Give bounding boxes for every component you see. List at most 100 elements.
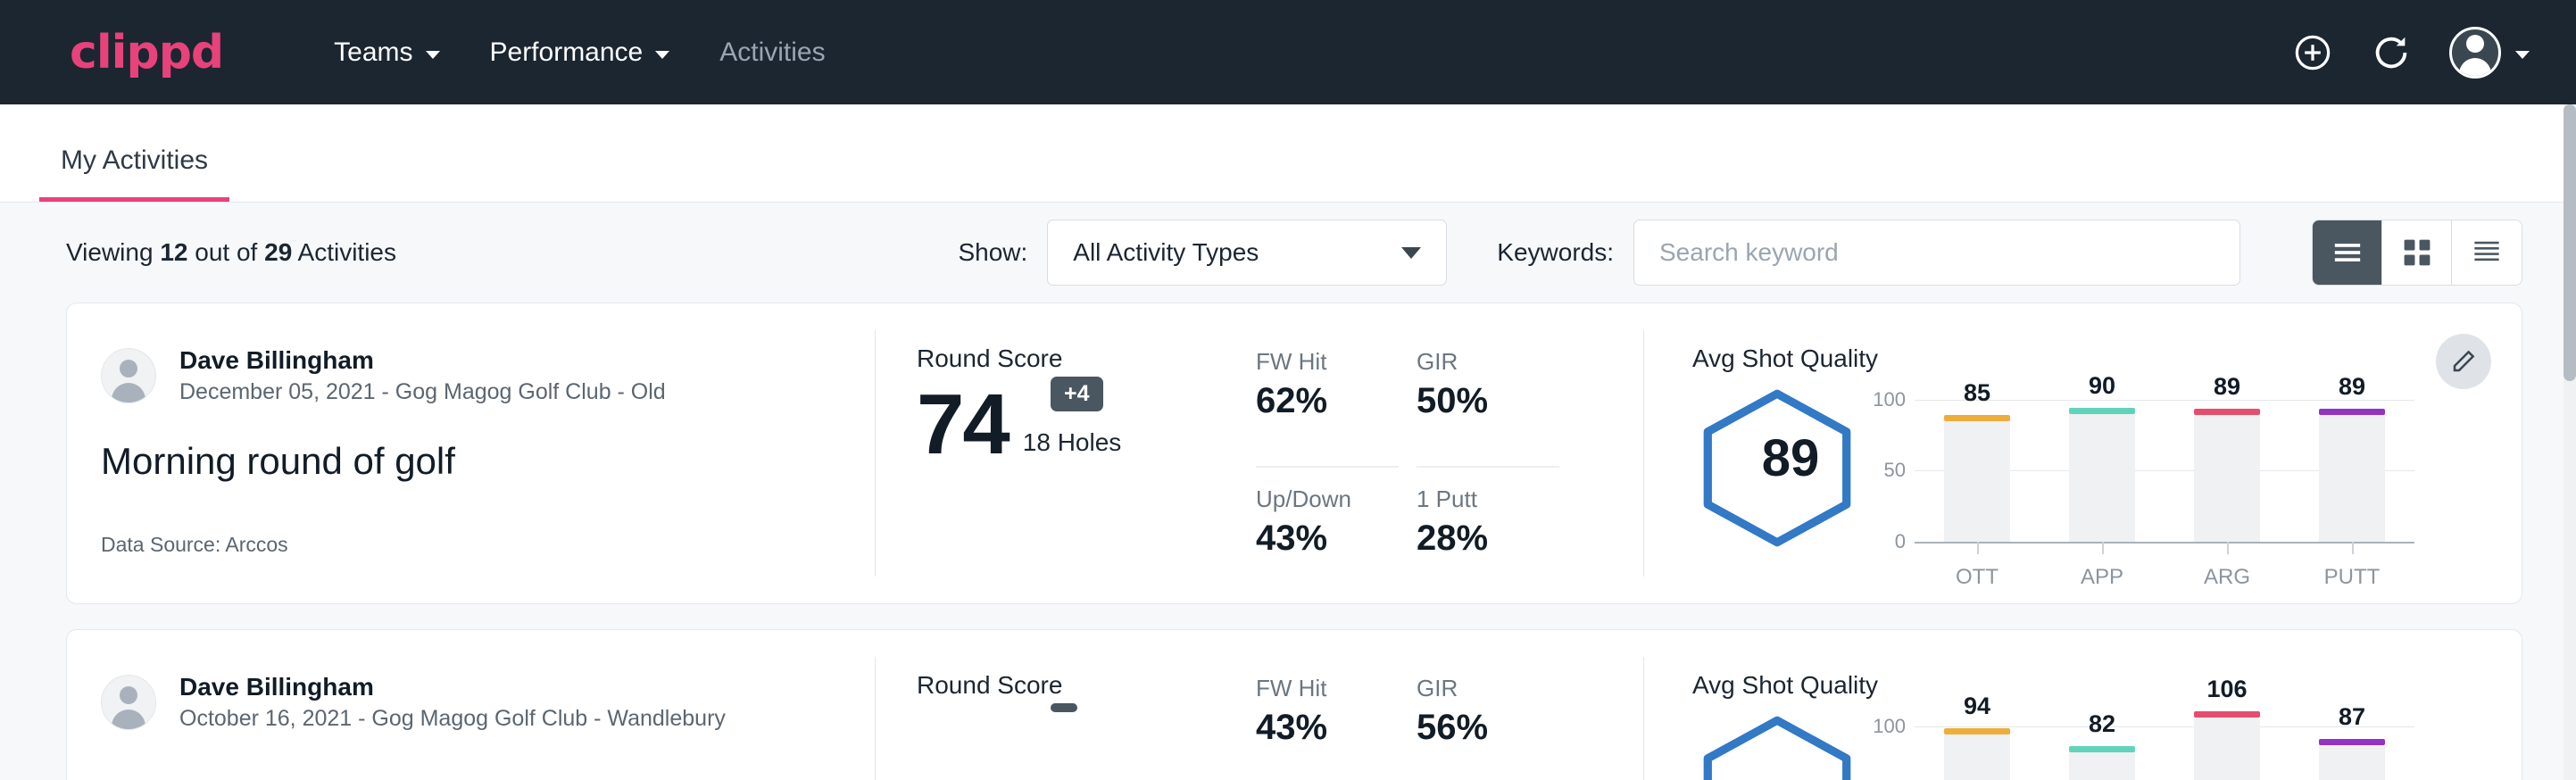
activity-card-list: Dave Billingham December 05, 2021 - Gog …: [0, 303, 2576, 780]
activity-card[interactable]: Dave Billingham October 16, 2021 - Gog M…: [66, 629, 2522, 780]
viewing-total: 29: [264, 238, 292, 266]
stat-value: 43%: [1256, 519, 1399, 559]
plus-circle-icon[interactable]: [2292, 32, 2333, 73]
nav-item-performance-label: Performance: [490, 37, 644, 68]
nav-item-activities-label: Activities: [719, 37, 825, 68]
stat-one-putt: 1 Putt 28%: [1417, 485, 1559, 603]
filter-controls: Show: All Activity Types Keywords:: [958, 220, 2522, 286]
activity-card-header: Dave Billingham October 16, 2021 - Gog M…: [67, 630, 875, 780]
score-differential-badge: +4: [1051, 377, 1103, 411]
edit-activity-button[interactable]: [2436, 334, 2491, 389]
chart-bar-cap: [1944, 728, 2010, 734]
page-scrollbar[interactable]: [2564, 104, 2576, 780]
viewing-prefix: Viewing: [66, 238, 154, 266]
hexagon-score: 89: [1692, 386, 1884, 555]
round-score-label: Round Score: [917, 671, 1256, 700]
stat-value: 62%: [1256, 381, 1399, 421]
chart-bar-value-label: 89: [2165, 373, 2289, 401]
view-mode-grid[interactable]: [2382, 220, 2452, 285]
filter-bar: Viewing 12 out of 29 Activities Show: Al…: [0, 203, 2576, 303]
search-keyword-box[interactable]: [1633, 220, 2240, 286]
chart-bar-group: 85OTT: [1915, 386, 2040, 542]
stat-fw-hit: FW Hit 43%: [1256, 675, 1399, 780]
stat-label: Up/Down: [1256, 485, 1399, 513]
view-mode-compact[interactable]: [2452, 220, 2522, 285]
refresh-icon[interactable]: [2371, 32, 2412, 73]
top-navbar: clippd Teams Performance Activities: [0, 0, 2576, 104]
chart-bar: [1944, 421, 2010, 542]
chart-x-tick-label: PUTT: [2289, 565, 2414, 590]
pencil-icon: [2450, 348, 2477, 375]
tab-my-activities[interactable]: My Activities: [39, 145, 229, 202]
tab-my-activities-label: My Activities: [61, 145, 208, 175]
keywords-label: Keywords:: [1497, 238, 1614, 267]
search-input[interactable]: [1659, 238, 2215, 267]
stat-label: FW Hit: [1256, 348, 1399, 376]
tab-bar: My Activities: [0, 104, 2576, 203]
app-logo[interactable]: clippd: [70, 26, 223, 79]
chart-bar-value-label: 85: [1915, 379, 2040, 407]
view-mode-toggle: [2312, 220, 2522, 286]
chart-bar: [2069, 752, 2135, 780]
player-name: Dave Billingham: [179, 671, 726, 702]
stat-label: FW Hit: [1256, 675, 1399, 702]
chart-bar: [2194, 415, 2260, 542]
account-menu[interactable]: [2449, 27, 2530, 79]
view-mode-list[interactable]: [2313, 220, 2382, 285]
activity-type-select[interactable]: All Activity Types: [1047, 220, 1447, 286]
stat-value: 50%: [1417, 381, 1559, 421]
avg-shot-quality-body: 050100 94OTT82APP106ARG87PUTT: [1692, 712, 2522, 780]
nav-item-performance[interactable]: Performance: [465, 29, 695, 77]
show-label: Show:: [958, 238, 1027, 267]
account-avatar-icon[interactable]: [2449, 27, 2501, 79]
chart-bar-value-label: 90: [2040, 372, 2165, 400]
scrollbar-thumb[interactable]: [2564, 104, 2576, 381]
chart-bar-cap: [2319, 739, 2385, 745]
activity-type-value: All Activity Types: [1073, 238, 1259, 267]
chart-y-tick-label: 0: [1859, 530, 1906, 553]
chart-bar-cap: [2319, 409, 2385, 415]
stat-value: 28%: [1417, 519, 1559, 559]
chevron-down-icon: [1401, 247, 1421, 259]
chart-bar-group: 82APP: [2040, 712, 2165, 780]
chart-bar-group: 87PUTT: [2289, 712, 2414, 780]
activity-date-course: December 05, 2021 - Gog Magog Golf Club …: [179, 378, 666, 408]
chart-x-tick: [2227, 542, 2229, 554]
chevron-down-icon: [655, 51, 669, 59]
score-differential-badge: [1051, 703, 1077, 712]
stat-fw-hit: FW Hit 62%: [1256, 348, 1399, 468]
compact-view-icon: [2472, 239, 2502, 266]
chart-x-tick-label: ARG: [2165, 565, 2289, 590]
primary-nav: Teams Performance Activities: [309, 29, 850, 77]
activity-card[interactable]: Dave Billingham December 05, 2021 - Gog …: [66, 303, 2522, 604]
chart-bar-group: 94OTT: [1915, 712, 2040, 780]
stat-value: 56%: [1417, 708, 1559, 748]
chart-bar: [2194, 718, 2260, 780]
round-score-block: Round Score 74 +4 18 Holes: [917, 344, 1256, 603]
round-stats-grid: FW Hit 62% GIR 50% Up/Down 43% 1 Putt 28…: [1256, 348, 1559, 603]
chart-bars: 85OTT90APP89ARG89PUTT: [1915, 386, 2414, 542]
activity-date-course: October 16, 2021 - Gog Magog Golf Club -…: [179, 704, 726, 734]
activity-title: Morning round of golf: [101, 440, 875, 483]
avg-shot-quality-value: 89: [1701, 428, 1880, 488]
chart-bar-cap: [2194, 409, 2260, 415]
chart-y-tick-label: 100: [1859, 715, 1906, 738]
viewing-suffix: Activities: [298, 238, 396, 266]
chart-bar-group: 106ARG: [2165, 712, 2289, 780]
chart-bar-value-label: 89: [2289, 373, 2414, 401]
nav-item-activities[interactable]: Activities: [694, 29, 850, 77]
round-score-section: Round Score 74 +4 18 Holes FW Hit 62% GI…: [876, 303, 1643, 603]
chart-bar-value-label: 106: [2165, 676, 2289, 703]
nav-item-teams-label: Teams: [334, 37, 412, 68]
chart-axis-line: [1915, 542, 2414, 544]
viewing-count: 12: [160, 238, 187, 266]
nav-item-teams[interactable]: Teams: [309, 29, 464, 77]
chevron-down-icon: [2515, 51, 2530, 59]
chart-y-tick-label: 100: [1859, 388, 1906, 411]
data-source-label: Data Source: Arccos: [101, 533, 288, 557]
chart-bar-cap: [2069, 746, 2135, 752]
chart-x-tick: [1977, 542, 1979, 554]
grid-view-icon: [2403, 238, 2431, 267]
shot-quality-bar-chart: 050100 85OTT90APP89ARG89PUTT: [1915, 386, 2414, 542]
round-score-label: Round Score: [917, 344, 1256, 373]
